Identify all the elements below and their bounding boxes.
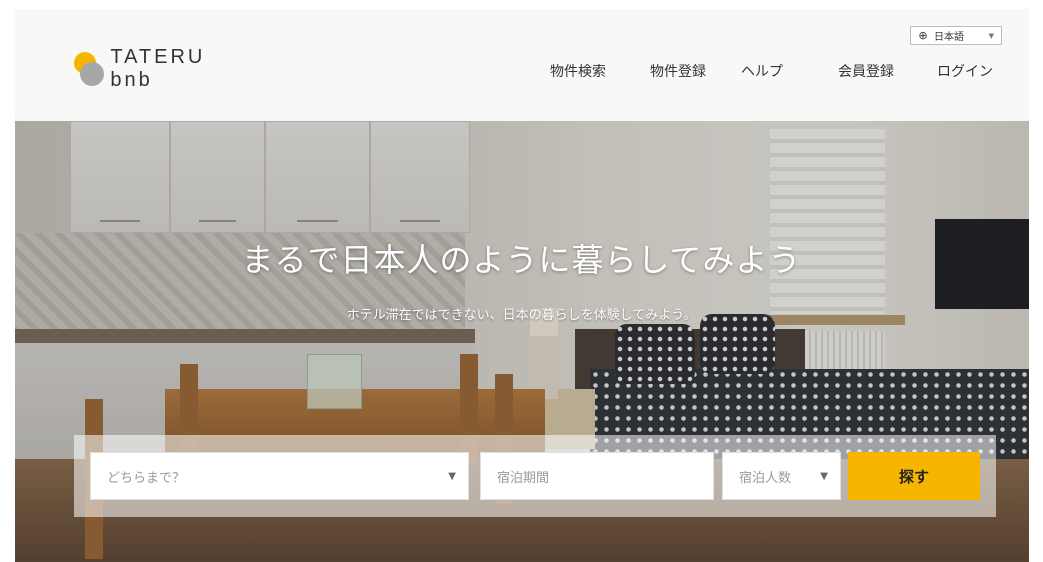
hero-subtitle: ホテル滞在ではできない、日本の暮らしを体験してみよう。 xyxy=(346,308,697,323)
dates-field[interactable]: 宿泊期間 xyxy=(480,452,714,500)
site-header: TATERU bnb ⊕ 日本語 ▼ 物件検索 物件登録 ヘルプ 会員登録 ログ… xyxy=(15,9,1029,121)
nav-property-register[interactable]: 物件登録 xyxy=(650,61,706,81)
nav-property-search[interactable]: 物件検索 xyxy=(550,61,606,81)
search-button[interactable]: 探す xyxy=(848,452,980,500)
brand-name: TATERU bnb xyxy=(110,46,206,91)
guests-select[interactable]: 宿泊人数 ▼ xyxy=(722,452,841,500)
dates-placeholder: 宿泊期間 xyxy=(497,470,550,486)
search-bar: どちらまで？ ▼ 宿泊期間 宿泊人数 ▼ 探す xyxy=(74,435,996,517)
nav-login[interactable]: ログイン xyxy=(937,61,993,81)
brand-logo[interactable]: TATERU bnb xyxy=(72,46,232,91)
guests-placeholder: 宿泊人数 xyxy=(739,470,792,486)
logo-mark-icon xyxy=(72,52,104,86)
language-label: 日本語 xyxy=(934,32,964,43)
nav-help[interactable]: ヘルプ xyxy=(741,61,783,81)
globe-icon: ⊕ xyxy=(918,29,928,42)
triangle-down-icon: ▼ xyxy=(820,470,828,482)
destination-select[interactable]: どちらまで？ ▼ xyxy=(90,452,469,500)
language-selector[interactable]: ⊕ 日本語 ▼ xyxy=(910,26,1002,45)
caret-down-icon: ▼ xyxy=(988,31,994,40)
nav-member-register[interactable]: 会員登録 xyxy=(838,61,894,81)
destination-placeholder: どちらまで？ xyxy=(107,470,186,486)
hero-title: まるで日本人のように暮らしてみよう xyxy=(241,241,802,279)
triangle-down-icon: ▼ xyxy=(448,470,456,482)
